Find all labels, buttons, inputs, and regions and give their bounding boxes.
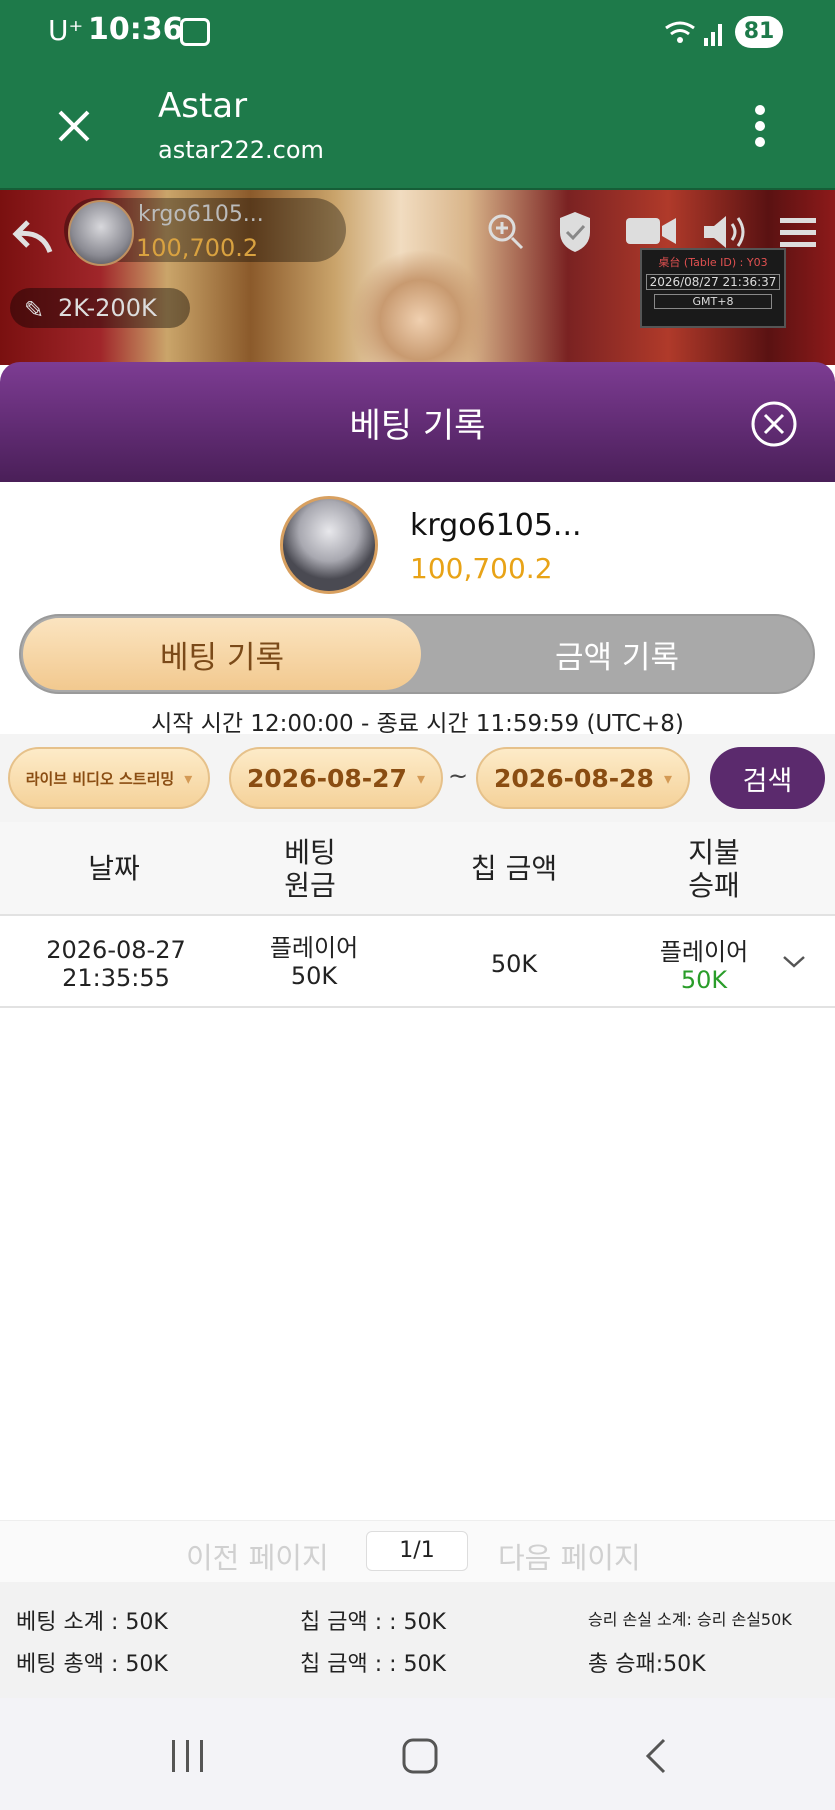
more-options-icon[interactable] <box>750 104 770 148</box>
row-result-side: 플레이어 <box>659 938 749 966</box>
table-header: 날짜 베팅 원금 칩 금액 지불 승패 <box>0 822 835 916</box>
video-icon[interactable] <box>624 214 678 248</box>
page-url: astar222.com <box>158 136 324 164</box>
back-icon[interactable] <box>12 218 54 254</box>
total-winloss: 총 승패:50K <box>588 1652 706 1677</box>
panel-title: 베팅 기록 <box>349 406 486 446</box>
prev-page-button[interactable]: 이전 페이지 <box>186 1535 329 1577</box>
pencil-icon: ✎ <box>24 296 45 324</box>
carrier-label: U⁺ <box>48 14 84 47</box>
wifi-signal-icon <box>665 21 722 46</box>
chip-amount-subtotal: 칩 금액 : : 50K <box>300 1610 446 1635</box>
game-username: krgo6105... <box>138 202 264 227</box>
game-type-label: 라이브 비디오 스트리밍 <box>25 769 175 788</box>
date-to-select[interactable]: 2026-08-28 ▾ <box>476 747 690 809</box>
col-chip-amount: 칩 금액 <box>470 852 558 885</box>
game-type-select[interactable]: 라이브 비디오 스트리밍 ▾ <box>8 747 210 809</box>
summary-section: 베팅 소계 : 50K 칩 금액 : : 50K 승리 손실 소계: 승리 손실… <box>0 1582 835 1698</box>
close-icon[interactable] <box>56 108 92 144</box>
date-separator: ~ <box>448 762 469 790</box>
row-bet-side: 플레이어 <box>269 934 359 962</box>
home-icon[interactable] <box>400 1736 440 1776</box>
next-page-button[interactable]: 다음 페이지 <box>498 1535 641 1577</box>
user-balance: 100,700.2 <box>410 552 553 585</box>
date-from-label: 2026-08-27 <box>247 763 407 793</box>
col-date: 날짜 <box>88 852 140 885</box>
chip-amount-total: 칩 금액 : : 50K <box>300 1652 446 1677</box>
screenshot-icon <box>180 18 210 46</box>
winloss-subtotal: 승리 손실 소계: 승리 손실50K <box>588 1610 792 1629</box>
user-name: krgo6105... <box>410 508 582 543</box>
menu-icon[interactable] <box>780 216 816 248</box>
record-tabs: 베팅 기록 금액 기록 <box>19 614 815 694</box>
back-nav-icon[interactable] <box>640 1736 672 1776</box>
table-id: 桌台 (Table ID) : Y03 <box>658 256 768 269</box>
page-title: Astar <box>158 86 248 126</box>
row-time: 21:35:55 <box>62 964 170 992</box>
clock: 10:36 <box>88 12 184 47</box>
panel-header: 베팅 기록 <box>0 362 835 482</box>
date-from-select[interactable]: 2026-08-27 ▾ <box>229 747 443 809</box>
bet-history-content: krgo6105... 100,700.2 베팅 기록 금액 기록 시작 시간 … <box>0 482 835 1698</box>
game-avatar <box>68 200 134 266</box>
tab-bet-history[interactable]: 베팅 기록 <box>23 618 421 690</box>
user-avatar <box>280 496 378 594</box>
date-to-label: 2026-08-28 <box>494 763 654 793</box>
row-bet-amount: 50K <box>290 962 338 990</box>
system-nav-bar <box>0 1698 835 1810</box>
table-row[interactable]: 2026-08-27 21:35:55 플레이어 50K 50K 플레이어 50… <box>0 916 835 1008</box>
volume-icon[interactable] <box>700 212 750 252</box>
col-payout: 지불 승패 <box>688 836 740 902</box>
table-info-panel: 桌台 (Table ID) : Y03 2026/08/27 21:36:37 … <box>640 248 786 328</box>
col-bet-principal: 베팅 원금 <box>284 836 336 902</box>
table-timezone: GMT+8 <box>654 294 772 309</box>
shield-icon[interactable] <box>556 210 594 254</box>
bet-range-label: 2K-200K <box>58 294 157 322</box>
tab-amount-history[interactable]: 금액 기록 <box>421 618 813 690</box>
status-bar: U⁺ 10:36 81 <box>0 0 835 64</box>
game-balance: 100,700.2 <box>136 234 259 262</box>
bet-total: 베팅 총액 : 50K <box>16 1652 168 1677</box>
chevron-down-icon: ▾ <box>663 768 672 788</box>
row-result-amount: 50K <box>680 966 728 994</box>
chevron-down-icon[interactable] <box>782 954 806 970</box>
row-chip-amount: 50K <box>490 950 538 978</box>
row-date: 2026-08-27 <box>46 936 186 964</box>
time-range-note: 시작 시간 12:00:00 - 종료 시간 11:59:59 (UTC+8) <box>151 711 684 737</box>
recent-apps-icon[interactable] <box>168 1736 208 1776</box>
search-button[interactable]: 검색 <box>710 747 825 809</box>
pagination: 이전 페이지 1/1 다음 페이지 <box>0 1520 835 1582</box>
zoom-icon[interactable] <box>486 212 526 252</box>
chevron-down-icon: ▾ <box>184 768 193 788</box>
chevron-down-icon: ▾ <box>416 768 425 788</box>
page-indicator: 1/1 <box>366 1531 468 1571</box>
game-view: krgo6105... 100,700.2 ✎ 2K-200K 桌台 (Tabl… <box>0 190 835 365</box>
browser-toolbar: Astar astar222.com <box>0 64 835 190</box>
close-panel-icon[interactable] <box>750 400 798 448</box>
table-datetime: 2026/08/27 21:36:37 <box>646 274 780 290</box>
battery-indicator: 81 <box>735 16 783 48</box>
bet-subtotal: 베팅 소계 : 50K <box>16 1610 168 1635</box>
